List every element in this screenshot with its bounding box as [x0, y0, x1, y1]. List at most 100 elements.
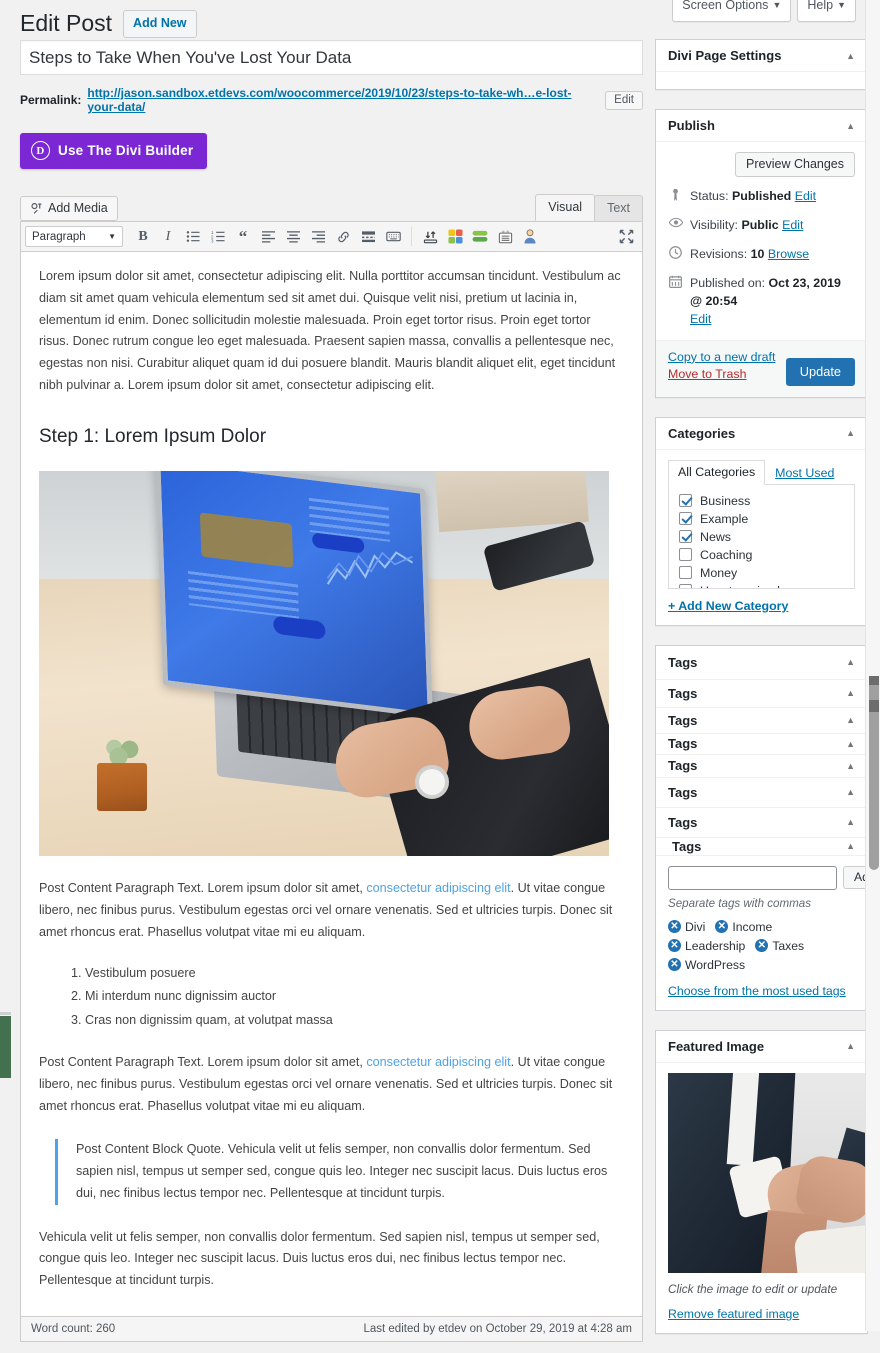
- divi-bar-icon[interactable]: [468, 225, 492, 249]
- italic-icon[interactable]: I: [156, 225, 180, 249]
- checkbox-icon[interactable]: [679, 548, 692, 562]
- categories-header[interactable]: Categories ▲: [656, 418, 867, 450]
- use-divi-builder-button[interactable]: D Use The Divi Builder: [20, 133, 208, 169]
- add-media-button[interactable]: Add Media: [20, 196, 118, 221]
- featured-image-thumbnail[interactable]: [668, 1072, 868, 1273]
- divi-person-icon[interactable]: [518, 225, 542, 249]
- align-right-icon[interactable]: [306, 225, 330, 249]
- category-item-example[interactable]: Example: [679, 512, 844, 526]
- chevron-up-icon[interactable]: ▲: [846, 787, 855, 797]
- bulleted-list-icon[interactable]: [181, 225, 205, 249]
- p2-inline-link[interactable]: consectetur adipiscing elit: [366, 881, 510, 895]
- screen-options-label: Screen Options: [682, 0, 769, 12]
- divi-builder-label: Use The Divi Builder: [58, 143, 194, 158]
- divi-page-settings-header[interactable]: Divi Page Settings ▲: [656, 40, 867, 72]
- blockquote-icon[interactable]: “: [231, 225, 255, 249]
- divi-layout-icon[interactable]: [443, 225, 467, 249]
- remove-featured-image-link[interactable]: Remove featured image: [668, 1307, 855, 1321]
- categories-checklist[interactable]: Business Example News Coaching Money Unc…: [668, 483, 855, 589]
- chevron-up-icon[interactable]: ▲: [846, 428, 855, 438]
- tags-header-7[interactable]: Tags ▲: [656, 808, 867, 838]
- content-blockquote: Post Content Block Quote. Vehicula velit…: [55, 1139, 624, 1205]
- p3-inline-link[interactable]: consectetur adipiscing elit: [366, 1055, 510, 1069]
- numbered-list-icon[interactable]: 123: [206, 225, 230, 249]
- chevron-up-icon[interactable]: ▲: [846, 739, 855, 749]
- paragraph-format-select[interactable]: Paragraph ▼: [25, 226, 123, 247]
- divi-list-icon[interactable]: [493, 225, 517, 249]
- visibility-edit-link[interactable]: Edit: [782, 218, 803, 232]
- tags-header-3[interactable]: Tags ▲: [656, 708, 867, 734]
- featured-image-header[interactable]: Featured Image ▲: [656, 1031, 867, 1063]
- align-left-icon[interactable]: [256, 225, 280, 249]
- chevron-up-icon[interactable]: ▲: [846, 688, 855, 698]
- copy-to-new-draft-link[interactable]: Copy to a new draft: [668, 350, 775, 364]
- chevron-up-icon[interactable]: ▲: [846, 51, 855, 61]
- chevron-up-icon[interactable]: ▲: [846, 657, 855, 667]
- screen-options-button[interactable]: Screen Options ▼: [672, 0, 792, 22]
- remove-tag-icon[interactable]: ✕: [715, 920, 729, 934]
- checkbox-icon[interactable]: [679, 566, 692, 580]
- remove-tag-icon[interactable]: ✕: [668, 958, 681, 972]
- chevron-up-icon[interactable]: ▲: [846, 841, 855, 851]
- published-edit-link[interactable]: Edit: [690, 312, 711, 326]
- remove-tag-icon[interactable]: ✕: [755, 939, 769, 953]
- category-item-money[interactable]: Money: [679, 566, 844, 580]
- visibility-row: Visibility: Public Edit: [668, 217, 855, 235]
- tab-most-used[interactable]: Most Used: [765, 461, 844, 485]
- chevron-up-icon[interactable]: ▲: [846, 817, 855, 827]
- fullscreen-icon[interactable]: [614, 225, 638, 249]
- remove-tag-icon[interactable]: ✕: [668, 939, 681, 953]
- remove-tag-icon[interactable]: ✕: [668, 920, 681, 934]
- revisions-browse-link[interactable]: Browse: [768, 247, 809, 261]
- category-item-coaching[interactable]: Coaching: [679, 548, 844, 562]
- tags-header-6[interactable]: Tags ▲: [656, 778, 867, 808]
- edit-permalink-button[interactable]: Edit: [605, 90, 643, 110]
- tags-header-8[interactable]: Tags ▲: [656, 838, 867, 856]
- read-more-icon[interactable]: [356, 225, 380, 249]
- update-button[interactable]: Update: [785, 357, 855, 386]
- chevron-up-icon[interactable]: ▲: [846, 761, 855, 771]
- tags-header-5[interactable]: Tags ▲: [656, 755, 867, 778]
- permalink-url-link[interactable]: http://jason.sandbox.etdevs.com/woocomme…: [87, 86, 596, 114]
- category-item-news[interactable]: News: [679, 530, 844, 544]
- content-image-laptop[interactable]: [39, 471, 609, 857]
- most-used-tags-link[interactable]: Choose from the most used tags: [668, 984, 855, 998]
- preview-changes-button[interactable]: Preview Changes: [735, 152, 855, 177]
- tag-chip-label: Divi: [685, 919, 706, 934]
- move-to-trash-link[interactable]: Move to Trash: [668, 367, 775, 381]
- checkbox-icon[interactable]: [679, 584, 692, 588]
- align-center-icon[interactable]: [281, 225, 305, 249]
- chevron-up-icon[interactable]: ▲: [846, 121, 855, 131]
- new-tag-input[interactable]: [668, 865, 837, 890]
- bold-icon[interactable]: B: [131, 225, 155, 249]
- checkbox-icon[interactable]: [679, 530, 692, 544]
- tags-title: Tags: [668, 685, 698, 701]
- page-scrollbar[interactable]: [865, 0, 880, 1331]
- chevron-up-icon[interactable]: ▲: [846, 1041, 855, 1051]
- checkbox-icon[interactable]: [679, 512, 692, 526]
- tab-text[interactable]: Text: [594, 195, 643, 221]
- add-new-category-link[interactable]: + Add New Category: [668, 599, 855, 613]
- checkbox-icon[interactable]: [679, 494, 692, 508]
- pin-icon: [668, 188, 683, 202]
- publish-header[interactable]: Publish ▲: [656, 110, 867, 142]
- link-icon[interactable]: [331, 225, 355, 249]
- published-on-row: Published on: Oct 23, 2019 @ 20:54 Edit: [668, 275, 855, 329]
- insert-updown-icon[interactable]: [418, 225, 442, 249]
- post-title-input[interactable]: [20, 40, 643, 75]
- tab-all-categories[interactable]: All Categories: [668, 459, 766, 485]
- editor-content-area[interactable]: Lorem ipsum dolor sit amet, consectetur …: [20, 252, 643, 1318]
- tags-header-4[interactable]: Tags ▲: [656, 734, 867, 755]
- category-item-uncategorized[interactable]: Uncategorized: [679, 584, 844, 588]
- tab-visual[interactable]: Visual: [535, 194, 596, 221]
- chevron-up-icon[interactable]: ▲: [846, 715, 855, 725]
- scrollbar-nub-second[interactable]: [869, 700, 879, 712]
- tags-header-1[interactable]: Tags ▲: [656, 646, 867, 680]
- status-edit-link[interactable]: Edit: [795, 189, 816, 203]
- scrollbar-nub-top[interactable]: [869, 676, 879, 685]
- keyboard-shortcuts-icon[interactable]: [381, 225, 405, 249]
- tags-header-2[interactable]: Tags ▲: [656, 680, 867, 708]
- help-button[interactable]: Help ▼: [797, 0, 856, 22]
- add-new-post-button[interactable]: Add New: [123, 10, 197, 38]
- category-item-business[interactable]: Business: [679, 494, 844, 508]
